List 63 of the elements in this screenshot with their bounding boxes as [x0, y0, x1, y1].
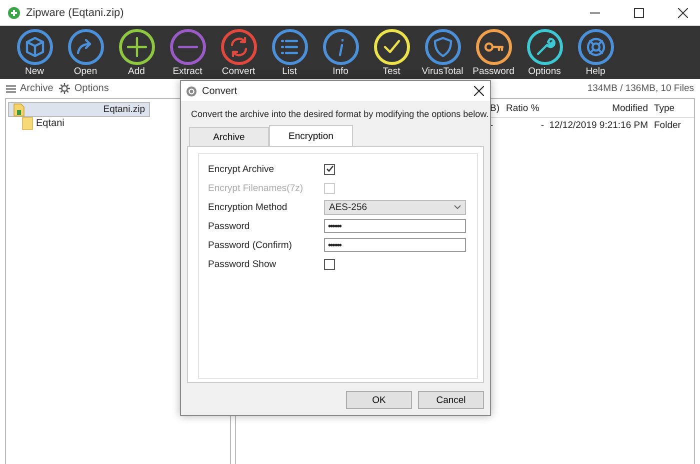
toolbar-button[interactable]: Help — [570, 26, 621, 77]
option-label: Encrypt Archive — [208, 164, 275, 174]
tree-item[interactable]: Eqtani — [22, 117, 66, 130]
checkbox[interactable] — [324, 164, 335, 174]
archive-status: 134MB / 136MB, 10 Files — [587, 83, 694, 94]
table-cell-text: Folder — [654, 120, 682, 130]
zip-file-icon — [13, 102, 25, 116]
toolbar-button[interactable]: Open — [60, 26, 111, 77]
option-label: Password (Confirm) — [208, 240, 293, 250]
option-label: Password — [208, 220, 251, 232]
checkbox[interactable] — [324, 258, 335, 270]
option-label: Password Show — [208, 258, 278, 270]
dialog-description: Convert the archive into the desired format by modifying the options below. — [191, 109, 489, 119]
toolbar-button[interactable]: Options — [519, 26, 570, 77]
checkmark-icon — [374, 29, 410, 65]
list-icon — [272, 29, 308, 65]
toolbar-button[interactable]: Add — [111, 26, 162, 77]
convert-icon — [186, 86, 197, 96]
maximize-icon[interactable] — [634, 8, 644, 18]
menu-icon — [6, 84, 16, 92]
toolbar-button[interactable]: New — [9, 26, 60, 77]
toolbar-button[interactable]: VirusTotal — [417, 26, 468, 77]
shield-icon — [424, 29, 460, 65]
cycle-arrows-icon — [220, 29, 256, 65]
cube-icon — [16, 29, 52, 65]
toolbar-button[interactable]: Info — [315, 26, 366, 77]
info-icon — [322, 29, 358, 65]
window-title: Zipware (Eqtani.zip) — [26, 6, 124, 18]
settings-icon — [59, 83, 70, 94]
column-header[interactable]: B) — [490, 102, 502, 114]
password-field[interactable]: •••••• — [324, 238, 466, 252]
option-label: Encryption Method — [208, 202, 288, 212]
toolbar-button[interactable]: Test — [366, 26, 417, 77]
tab[interactable]: Archive — [189, 127, 269, 146]
column-header[interactable]: Type — [654, 102, 694, 114]
close-icon[interactable] — [678, 8, 688, 18]
minus-icon — [170, 29, 206, 65]
wrench-icon — [526, 29, 562, 65]
tree-item[interactable]: Eqtani.zip — [8, 102, 150, 117]
table-cell-text: - — [540, 120, 544, 130]
app-logo-icon — [8, 6, 20, 18]
chevron-icon — [454, 204, 461, 210]
dialog-title: Convert — [202, 86, 238, 96]
option-label: Encrypt Filenames(7z) — [208, 182, 304, 194]
password-field[interactable]: •••••• — [324, 219, 466, 233]
ok-button[interactable]: OK — [346, 391, 412, 409]
close-icon[interactable] — [474, 86, 484, 96]
archive-menu[interactable]: Archive — [6, 83, 54, 94]
toolbar-button[interactable]: Password — [468, 26, 519, 77]
options-menu[interactable]: Options — [59, 83, 109, 94]
toolbar-button[interactable]: List — [264, 26, 315, 77]
toolbar-button[interactable]: Extract — [162, 26, 213, 77]
method-dropdown[interactable]: AES-256 — [324, 200, 466, 214]
plus-icon — [118, 29, 154, 65]
column-header[interactable]: Ratio % — [502, 102, 544, 114]
column-header[interactable]: Modified — [544, 102, 654, 114]
table-cell-text: 12/12/2019 9:21:16 PM — [548, 120, 649, 130]
tab[interactable]: Encryption — [269, 125, 353, 146]
cancel-button[interactable]: Cancel — [418, 391, 484, 409]
lifebuoy-icon — [578, 29, 614, 65]
key-icon — [476, 29, 512, 65]
folder-icon — [22, 117, 33, 130]
toolbar-button[interactable]: Convert — [213, 26, 264, 77]
